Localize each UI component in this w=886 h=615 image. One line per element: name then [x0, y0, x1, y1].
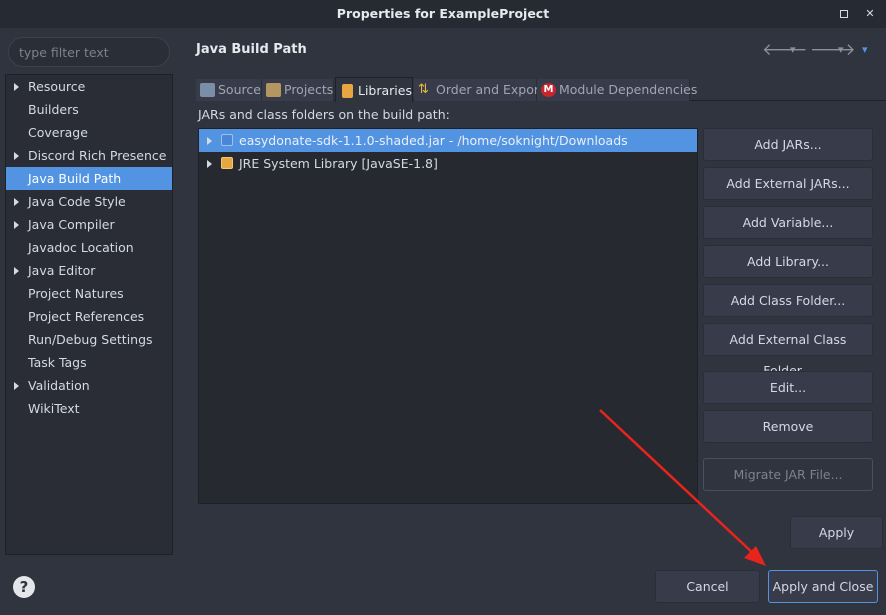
edit-button[interactable]: Edit... — [703, 371, 873, 404]
chevron-down-icon[interactable]: ▾ — [790, 41, 796, 59]
tab-label: Source — [218, 82, 261, 97]
jar-icon — [221, 134, 233, 146]
tree-item-java-compiler[interactable]: Java Compiler — [6, 213, 172, 236]
libraries-subtitle: JARs and class folders on the build path… — [198, 107, 450, 122]
source-folder-icon — [200, 83, 215, 97]
cancel-button[interactable]: Cancel — [655, 570, 760, 603]
expand-arrow-icon[interactable] — [14, 382, 19, 390]
expand-arrow-icon[interactable] — [14, 198, 19, 206]
library-label: JRE System Library [JavaSE-1.8] — [239, 156, 438, 171]
library-icon — [221, 157, 233, 169]
tab-projects[interactable]: Projects — [262, 79, 334, 101]
library-label: easydonate-sdk-1.1.0-shaded.jar - /home/… — [239, 133, 628, 148]
tab-source[interactable]: Source — [196, 79, 262, 101]
tab-label: Projects — [284, 82, 334, 97]
tree-item-coverage[interactable]: Coverage — [6, 121, 172, 144]
tree-item-java-code-style[interactable]: Java Code Style — [6, 190, 172, 213]
restore-icon[interactable] — [838, 8, 850, 20]
tab-label: Order and Export — [436, 82, 544, 97]
tree-item-javadoc-location[interactable]: Javadoc Location — [6, 236, 172, 259]
tab-label: Libraries — [358, 83, 412, 98]
title-bar: Properties for ExampleProject ✕ — [0, 0, 886, 28]
view-menu-icon[interactable]: ▾ — [862, 41, 868, 59]
apply-button[interactable]: Apply — [790, 516, 883, 549]
tree-item-label: WikiText — [28, 401, 80, 416]
tree-item-label: Java Compiler — [28, 217, 115, 232]
properties-tree: Resource Builders Coverage Discord Rich … — [5, 74, 173, 555]
apply-and-close-button[interactable]: Apply and Close — [768, 570, 878, 603]
tree-item-task-tags[interactable]: Task Tags — [6, 351, 172, 374]
tree-item-label: Project Natures — [28, 286, 124, 301]
libraries-tree: easydonate-sdk-1.1.0-shaded.jar - /home/… — [198, 128, 698, 504]
order-arrows-icon: ⇅ — [418, 82, 429, 97]
tab-module-dependencies[interactable]: M Module Dependencies — [537, 79, 697, 101]
add-jars-button[interactable]: Add JARs... — [703, 128, 873, 161]
tree-item-project-references[interactable]: Project References — [6, 305, 172, 328]
tree-item-validation[interactable]: Validation — [6, 374, 172, 397]
tree-item-resource[interactable]: Resource — [6, 75, 172, 98]
tree-item-java-editor[interactable]: Java Editor — [6, 259, 172, 282]
tree-item-label: Project References — [28, 309, 145, 324]
expand-arrow-icon[interactable] — [14, 267, 19, 275]
tree-item-discord-rich-presence[interactable]: Discord Rich Presence — [6, 144, 172, 167]
close-icon[interactable]: ✕ — [864, 8, 876, 20]
arrow-right-icon[interactable]: 🡒 — [810, 41, 856, 59]
help-icon[interactable]: ? — [13, 576, 35, 598]
library-row-jre-system-library[interactable]: JRE System Library [JavaSE-1.8] — [199, 152, 697, 175]
window-title: Properties for ExampleProject — [336, 6, 550, 21]
tab-libraries[interactable]: Libraries — [335, 77, 413, 102]
tree-item-label: Builders — [28, 102, 79, 117]
tree-item-label: Java Code Style — [28, 194, 126, 209]
tree-item-project-natures[interactable]: Project Natures — [6, 282, 172, 305]
expand-arrow-icon[interactable] — [14, 152, 19, 160]
tab-label: Module Dependencies — [559, 82, 698, 97]
build-path-tabs: Source Projects Libraries ⇅ Order and Ex… — [196, 77, 886, 102]
add-variable-button[interactable]: Add Variable... — [703, 206, 873, 239]
libraries-icon — [342, 84, 353, 98]
module-m-icon: M — [541, 83, 556, 97]
library-row-easydonate-jar[interactable]: easydonate-sdk-1.1.0-shaded.jar - /home/… — [199, 129, 697, 152]
tree-item-run-debug-settings[interactable]: Run/Debug Settings — [6, 328, 172, 351]
tree-item-builders[interactable]: Builders — [6, 98, 172, 121]
tree-item-label: Discord Rich Presence — [28, 148, 167, 163]
tree-item-label: Task Tags — [28, 355, 87, 370]
page-title: Java Build Path — [196, 42, 307, 57]
add-external-class-folder-button[interactable]: Add External Class Folder... — [703, 323, 873, 378]
add-library-button[interactable]: Add Library... — [703, 245, 873, 278]
expand-arrow-icon[interactable] — [14, 83, 19, 91]
tree-item-label: Javadoc Location — [28, 240, 134, 255]
arrow-left-icon[interactable]: 🡐 — [762, 41, 808, 59]
tab-order-and-export[interactable]: ⇅ Order and Export — [414, 79, 544, 101]
tree-item-wikitext[interactable]: WikiText — [6, 397, 172, 420]
remove-button[interactable]: Remove — [703, 410, 873, 443]
expand-arrow-icon[interactable] — [207, 137, 212, 145]
tree-item-label: Coverage — [28, 125, 88, 140]
expand-arrow-icon[interactable] — [14, 221, 19, 229]
add-class-folder-button[interactable]: Add Class Folder... — [703, 284, 873, 317]
migrate-jar-button: Migrate JAR File... — [703, 458, 873, 491]
chevron-down-icon[interactable]: ▾ — [838, 41, 844, 59]
tree-item-label: Java Build Path — [28, 171, 122, 186]
tree-item-label: Java Editor — [28, 263, 96, 278]
tree-item-java-build-path[interactable]: Java Build Path — [6, 167, 172, 190]
annotation-arrow-head — [744, 546, 766, 566]
add-external-jars-button[interactable]: Add External JARs... — [703, 167, 873, 200]
expand-arrow-icon[interactable] — [207, 160, 212, 168]
projects-folder-icon — [266, 83, 281, 97]
tree-item-label: Resource — [28, 79, 86, 94]
filter-input[interactable] — [8, 37, 170, 67]
tree-item-label: Validation — [28, 378, 90, 393]
tree-item-label: Run/Debug Settings — [28, 332, 153, 347]
